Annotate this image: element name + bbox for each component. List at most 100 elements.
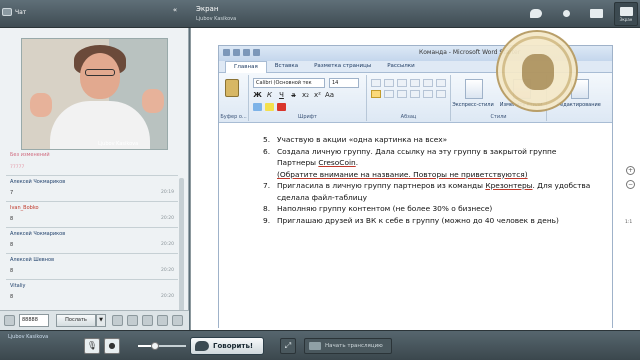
- webcam-video: Ljubov Kasikova: [21, 38, 168, 150]
- subscript-icon[interactable]: x₂: [301, 91, 310, 99]
- tab-insert[interactable]: Вставка: [267, 61, 306, 73]
- express-styles-icon[interactable]: [465, 79, 483, 99]
- volume-slider[interactable]: [138, 341, 186, 351]
- font-name-select[interactable]: Calibri (Основной тек: [253, 78, 325, 88]
- editing-label[interactable]: Редактирование: [557, 102, 601, 108]
- message-time: 20:20: [161, 294, 174, 299]
- justify-icon[interactable]: [410, 90, 420, 98]
- save-icon[interactable]: [233, 49, 240, 56]
- save-icon[interactable]: [157, 315, 168, 326]
- align-right-icon[interactable]: [397, 90, 407, 98]
- status-label: Без изменений: [10, 152, 50, 158]
- underlined-word: Крезонтеры: [485, 181, 533, 190]
- change-case-icon[interactable]: Aa: [325, 91, 334, 99]
- monitor-icon: [589, 9, 603, 18]
- zoom-level[interactable]: 1:1: [625, 220, 632, 225]
- numbered-list: 5. Участвую в акции «одна картинка на все…: [263, 134, 597, 226]
- message-input[interactable]: 88888: [19, 314, 49, 327]
- word-logo-icon[interactable]: [223, 49, 230, 56]
- message-time: 20:20: [161, 242, 174, 247]
- font-size-select[interactable]: 14: [329, 78, 359, 88]
- chat-message: Алексей Чокмариков 7 20:19: [6, 175, 178, 201]
- edit-icon[interactable]: [127, 315, 138, 326]
- chat-message: Алексей Шевнов 8 20:20: [6, 253, 178, 279]
- chat-tab[interactable]: Чат: [2, 4, 26, 20]
- collapse-panel-button[interactable]: «: [170, 5, 180, 15]
- message-author[interactable]: Vitaliy: [10, 283, 25, 289]
- tab-mailings[interactable]: Рассылки: [379, 61, 423, 73]
- multilevel-list-icon[interactable]: [397, 79, 407, 87]
- color-buttons: [253, 103, 286, 111]
- zoom-in-button[interactable]: +: [626, 166, 635, 175]
- camera-view-button[interactable]: [554, 2, 578, 26]
- chat-tab-label: Чат: [15, 8, 27, 16]
- redo-icon[interactable]: [253, 49, 260, 56]
- talk-label: Говорить!: [213, 342, 254, 350]
- screen-view-label: Экран: [619, 16, 633, 22]
- bullets-icon[interactable]: [371, 79, 381, 87]
- microphone-button[interactable]: 🎙: [84, 338, 100, 354]
- document-body[interactable]: 5. Участвую в акции «одна картинка на все…: [219, 124, 612, 329]
- smiley-icon[interactable]: [4, 315, 15, 326]
- volume-knob[interactable]: [150, 342, 159, 350]
- underline-icon[interactable]: Ч: [277, 91, 286, 99]
- screen-view-button[interactable]: Экран: [614, 2, 638, 26]
- italic-icon[interactable]: К: [265, 91, 274, 99]
- decrease-indent-icon[interactable]: [410, 79, 420, 87]
- speech-bubble-icon: [195, 341, 209, 351]
- bottom-bar: Ljubov Kasikova 🎙 ● Говорить! ⤢ Начать т…: [0, 330, 640, 360]
- tab-home[interactable]: Главная: [225, 61, 267, 73]
- chat-message: Ivan_Bobko 8 20:20: [6, 201, 178, 227]
- paste-icon[interactable]: [225, 79, 239, 97]
- list-item: 6. Создала личную группу. Дала ссылку на …: [263, 146, 557, 168]
- monitor-view-button[interactable]: [584, 2, 608, 26]
- top-bar: Чат « Экран Ljubov Kasikova Экран: [0, 0, 640, 28]
- font-color-icon[interactable]: [277, 103, 286, 111]
- list-item: 8. Наполняю группу контентом (не более 30…: [263, 204, 493, 213]
- message-time: 20:20: [161, 216, 174, 221]
- broadcast-label: Начать трансляцию: [325, 343, 383, 349]
- express-styles-label[interactable]: Экспресс-стили: [451, 102, 495, 108]
- list-item: 5. Участвую в акции «одна картинка на все…: [263, 135, 448, 144]
- align-center-icon[interactable]: [384, 90, 394, 98]
- align-left-icon[interactable]: [371, 90, 381, 98]
- sort-icon[interactable]: [436, 79, 446, 87]
- webcam-button[interactable]: ●: [104, 338, 120, 354]
- paragraph-group: Абзац: [367, 75, 451, 121]
- superscript-icon[interactable]: x²: [313, 91, 322, 99]
- settings-icon[interactable]: [172, 315, 183, 326]
- increase-indent-icon[interactable]: [423, 79, 433, 87]
- text-effects-icon[interactable]: [253, 103, 262, 111]
- undo-icon[interactable]: [243, 49, 250, 56]
- chat-message: Vitaliy 8 20:20: [6, 279, 178, 305]
- chat-panel: Ljubov Kasikova Без изменений 77777 Алек…: [0, 28, 189, 338]
- message-text: 8: [10, 242, 14, 248]
- strikethrough-icon[interactable]: a: [289, 91, 298, 99]
- bold-icon[interactable]: Ж: [253, 91, 262, 99]
- tab-page-layout[interactable]: Разметка страницы: [306, 61, 379, 73]
- chat-message: Алексей Чокмариков 8 20:20: [6, 227, 178, 253]
- clipboard-group-label: Буфер о...: [220, 114, 247, 120]
- message-author[interactable]: Ivan_Bobko: [10, 205, 39, 211]
- send-options-dropdown[interactable]: ▼: [96, 314, 106, 327]
- attach-icon[interactable]: [112, 315, 123, 326]
- chat-view-button[interactable]: [524, 2, 548, 26]
- show-marks-icon[interactable]: [436, 90, 446, 98]
- fullscreen-button[interactable]: ⤢: [280, 338, 296, 354]
- highlight-icon[interactable]: [265, 103, 274, 111]
- image-icon[interactable]: [142, 315, 153, 326]
- message-author[interactable]: Алексей Чокмариков: [10, 231, 65, 237]
- message-author[interactable]: Алексей Шевнов: [10, 257, 54, 263]
- line-spacing-icon[interactable]: [423, 90, 433, 98]
- zoom-controls: + − 1:1: [620, 28, 640, 330]
- current-user-name: Ljubov Kasikova: [8, 334, 49, 340]
- styles-group-label: Стили: [490, 114, 507, 120]
- talk-button[interactable]: Говорить!: [190, 337, 264, 355]
- send-button[interactable]: Послать: [56, 314, 96, 327]
- font-group-label: Шрифт: [298, 114, 317, 120]
- presenter-name: Ljubov Kasikova: [196, 16, 237, 22]
- zoom-out-button[interactable]: −: [626, 180, 635, 189]
- start-broadcast-button[interactable]: Начать трансляцию: [304, 338, 392, 354]
- message-author[interactable]: Алексей Чокмариков: [10, 179, 65, 185]
- numbering-icon[interactable]: [384, 79, 394, 87]
